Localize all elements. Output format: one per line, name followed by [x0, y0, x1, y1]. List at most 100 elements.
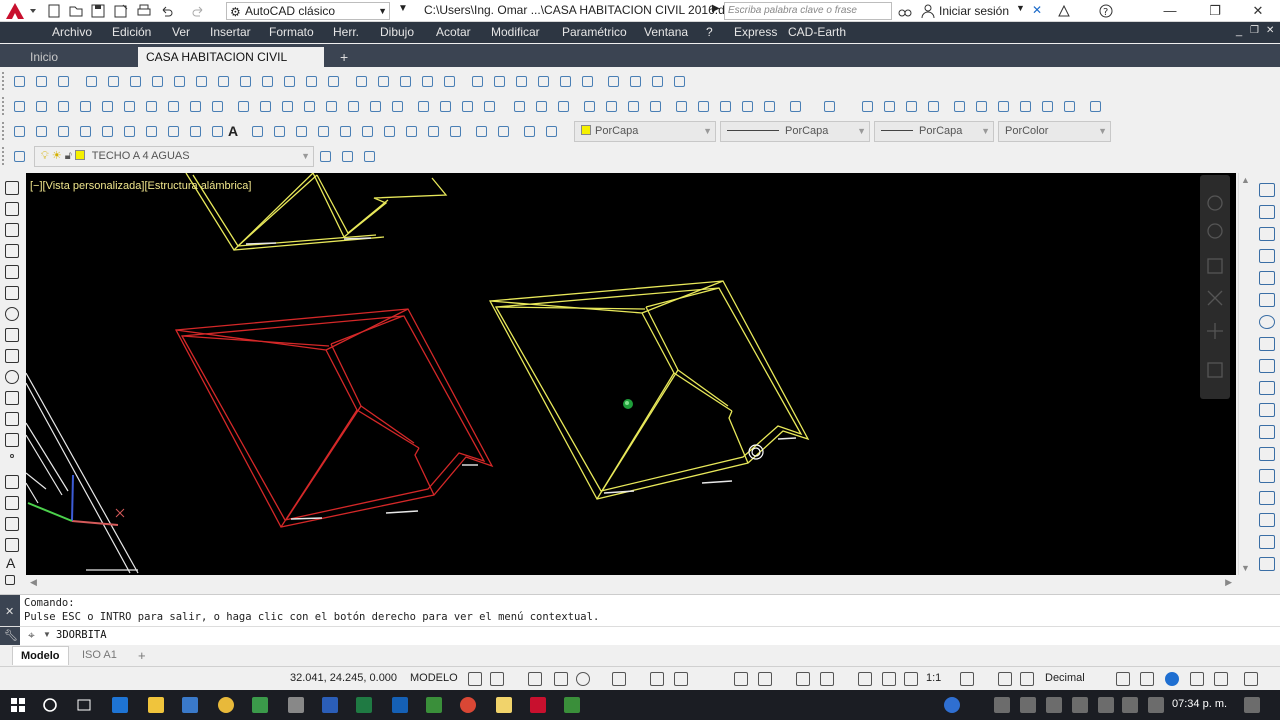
- save-icon[interactable]: [90, 3, 106, 19]
- lock-ui-icon[interactable]: [1140, 672, 1154, 686]
- new-file-icon[interactable]: [510, 97, 528, 115]
- chevron-down-icon[interactable]: ▼: [1016, 3, 1032, 19]
- help-tray-icon[interactable]: [944, 697, 960, 713]
- tray-icon[interactable]: [1072, 697, 1088, 713]
- tray-icon[interactable]: [994, 697, 1010, 713]
- xline-icon[interactable]: [5, 202, 19, 216]
- viewport-label[interactable]: [−][Vista personalizada][Estructura alám…: [30, 180, 251, 192]
- solid-icon[interactable]: [302, 72, 320, 90]
- tab-layout-iso-a1[interactable]: ISO A1: [74, 646, 125, 665]
- close-button[interactable]: ✕: [1238, 0, 1278, 22]
- app-icon[interactable]: [218, 697, 234, 713]
- quick-properties-icon[interactable]: [1116, 672, 1130, 686]
- erase-icon[interactable]: [1259, 183, 1275, 197]
- solid-icon[interactable]: [258, 72, 276, 90]
- copy-icon[interactable]: [694, 97, 712, 115]
- autocad-logo-icon[interactable]: [2, 1, 38, 21]
- graphics-performance-icon[interactable]: [1190, 672, 1204, 686]
- revcloud-icon[interactable]: [5, 328, 19, 342]
- ucs-icon[interactable]: [214, 72, 232, 90]
- scroll-down-icon[interactable]: ▼: [1241, 563, 1250, 573]
- edit-solid-icon[interactable]: [322, 97, 340, 115]
- arc-icon[interactable]: [5, 286, 19, 300]
- move-icon[interactable]: [1259, 293, 1275, 307]
- undo-icon[interactable]: [786, 97, 804, 115]
- close-icon[interactable]: ✕: [5, 605, 14, 618]
- print-icon[interactable]: [580, 97, 598, 115]
- paste-icon[interactable]: [716, 97, 734, 115]
- scale-icon[interactable]: [1259, 337, 1275, 351]
- array-icon[interactable]: [1259, 271, 1275, 285]
- transparency-icon[interactable]: [734, 672, 748, 686]
- break-icon[interactable]: [1259, 425, 1275, 439]
- menu-formato[interactable]: Formato: [269, 25, 314, 39]
- zoom-icon[interactable]: [880, 97, 898, 115]
- object-snap-icon[interactable]: [674, 672, 688, 686]
- scroll-right-icon[interactable]: ▶: [1225, 577, 1232, 588]
- add-selected-icon[interactable]: [5, 575, 15, 585]
- app-icon[interactable]: [288, 697, 304, 713]
- window-restore-icon[interactable]: ❐: [1250, 25, 1259, 36]
- layer-previous-icon[interactable]: [338, 147, 356, 165]
- chamfer-icon[interactable]: [1259, 469, 1275, 483]
- app-icon[interactable]: [496, 697, 512, 713]
- toolbar-grip[interactable]: [2, 72, 6, 90]
- wrench-icon[interactable]: 🔧︎: [4, 629, 18, 642]
- menu-acotar[interactable]: Acotar: [436, 25, 471, 39]
- ucs-icon[interactable]: [440, 72, 458, 90]
- window-close-icon[interactable]: ✕: [1266, 25, 1274, 36]
- navigation-bar[interactable]: [1200, 175, 1230, 399]
- stretch-icon[interactable]: [1259, 359, 1275, 373]
- color-combo[interactable]: PorCapa ▼: [574, 121, 716, 142]
- osnap-tracking-icon[interactable]: [650, 672, 664, 686]
- orbit-icon[interactable]: [534, 72, 552, 90]
- hardware-acceleration-icon[interactable]: [1020, 672, 1034, 686]
- menu-cad-earth[interactable]: CAD-Earth: [788, 25, 846, 39]
- spline-icon[interactable]: [186, 122, 204, 140]
- app-icon[interactable]: [564, 697, 580, 713]
- notifications-icon[interactable]: [1244, 697, 1260, 713]
- tab-inicio[interactable]: Inicio: [22, 47, 66, 67]
- redo-icon[interactable]: [190, 3, 206, 19]
- layer-states-icon[interactable]: [542, 122, 560, 140]
- polyline-icon[interactable]: [5, 223, 19, 237]
- menu-modificar[interactable]: Modificar: [491, 25, 540, 39]
- edit-solid-icon[interactable]: [234, 97, 252, 115]
- publish-icon[interactable]: [646, 97, 664, 115]
- render-icon[interactable]: [480, 97, 498, 115]
- menu-insertar[interactable]: Insertar: [210, 25, 251, 39]
- menu-help[interactable]: ?: [706, 25, 713, 39]
- open-folder-icon[interactable]: [532, 97, 550, 115]
- tray-icon[interactable]: [1046, 697, 1062, 713]
- undo-icon[interactable]: [159, 3, 175, 19]
- workspace-selector[interactable]: ⚙ AutoCAD clásico ▼: [226, 2, 390, 20]
- dynamic-ucs-icon[interactable]: [820, 672, 834, 686]
- app-icon[interactable]: [392, 697, 408, 713]
- solid-icon[interactable]: [208, 97, 226, 115]
- trim-icon[interactable]: [1259, 381, 1275, 395]
- menu-edicion[interactable]: Edición: [112, 25, 151, 39]
- rectangle-icon[interactable]: [98, 122, 116, 140]
- horizontal-scrollbar[interactable]: ◀ ▶: [26, 575, 1236, 591]
- polygon-icon[interactable]: [5, 244, 19, 258]
- task-view-icon[interactable]: [76, 697, 92, 713]
- zoom-icon[interactable]: [924, 97, 942, 115]
- app-icon[interactable]: [426, 697, 442, 713]
- infer-constraints-icon[interactable]: [528, 672, 542, 686]
- solid-icon[interactable]: [186, 97, 204, 115]
- calculator-icon[interactable]: [1060, 97, 1078, 115]
- menu-dibujo[interactable]: Dibujo: [380, 25, 414, 39]
- ucs-icon[interactable]: [126, 72, 144, 90]
- copy-icon[interactable]: [1259, 205, 1275, 219]
- toolbar-grip[interactable]: [2, 97, 6, 115]
- table-icon[interactable]: [5, 538, 19, 552]
- block-icon[interactable]: [248, 122, 266, 140]
- camera-icon[interactable]: [648, 72, 666, 90]
- blend-icon[interactable]: [1259, 513, 1275, 527]
- exchange-icon[interactable]: ✕: [1032, 3, 1048, 19]
- redo-icon[interactable]: [820, 97, 838, 115]
- match-properties-icon[interactable]: [760, 97, 778, 115]
- view-icon[interactable]: [10, 72, 28, 90]
- layer-states-icon[interactable]: [472, 122, 490, 140]
- windows-start-icon[interactable]: [10, 697, 26, 713]
